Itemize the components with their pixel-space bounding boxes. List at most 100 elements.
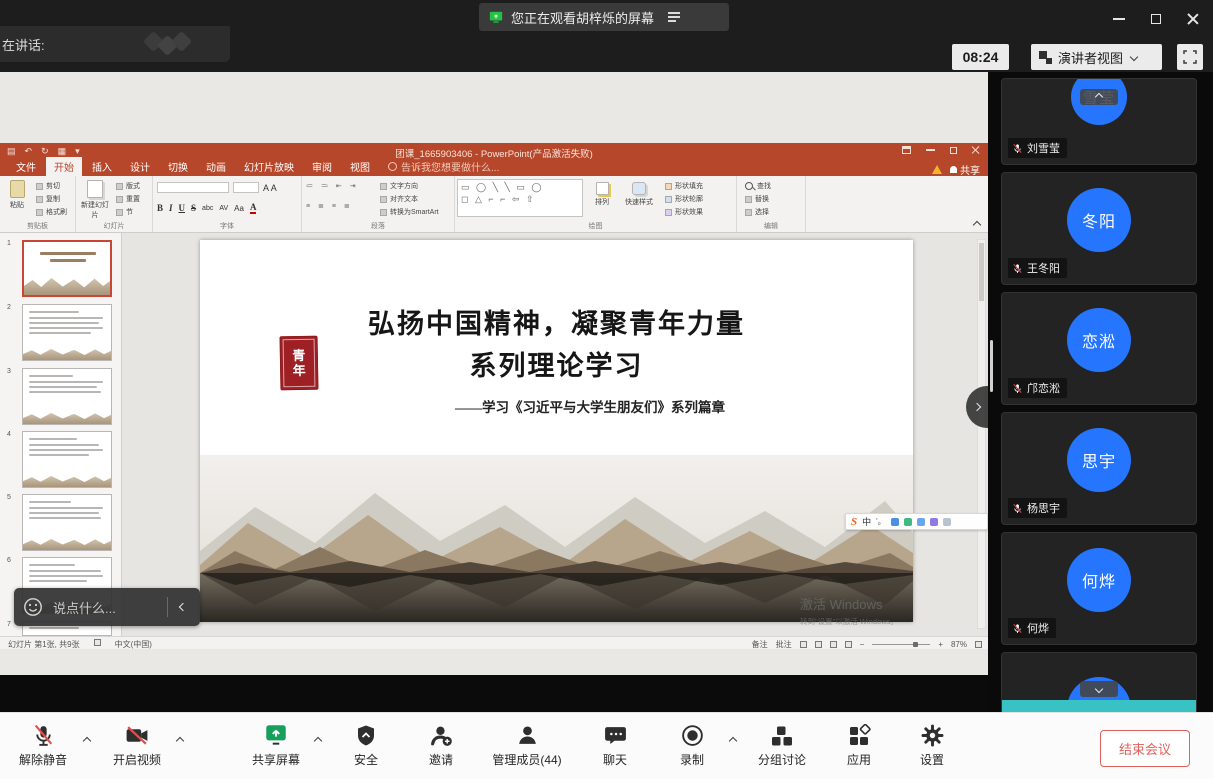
unmute-options-chevron[interactable] (83, 737, 91, 745)
tab-file[interactable]: 文件 (8, 157, 44, 176)
font-color-button[interactable]: A (250, 202, 257, 214)
smartart-button[interactable]: 转换为SmartArt (380, 207, 439, 217)
share-screen-button[interactable]: 共享屏幕 (236, 721, 316, 768)
slide-thumbnail-1[interactable] (22, 240, 112, 297)
slide-thumbnail-panel[interactable]: 1 2 3 4 (0, 233, 122, 636)
bold-button[interactable]: B (157, 203, 163, 213)
settings-button[interactable]: 设置 (892, 721, 972, 768)
tab-insert[interactable]: 插入 (84, 157, 120, 176)
sidebar-scrollbar[interactable] (990, 340, 993, 392)
reset-button[interactable]: 重置 (116, 194, 140, 204)
chat-input-placeholder[interactable]: 说点什么... (53, 598, 167, 617)
slide-sorter-icon[interactable] (815, 641, 822, 648)
record-button[interactable]: 录制 (652, 721, 732, 768)
zoom-slider[interactable] (872, 644, 930, 645)
zoom-out-icon[interactable]: − (860, 640, 865, 649)
bullet-list-buttons[interactable]: ≔ ≕ ⇤ ⇥ (306, 182, 359, 190)
participant-tile[interactable]: 冬阳 王冬阳 (1001, 172, 1197, 285)
ime-keyboard-icon[interactable] (904, 518, 912, 526)
chat-button[interactable]: 聊天 (575, 721, 655, 768)
activation-warning-icon[interactable] (932, 165, 942, 174)
slide-thumbnail-4[interactable] (22, 431, 112, 488)
ppt-minimize-icon[interactable] (926, 149, 935, 150)
scroll-down-button[interactable] (1080, 681, 1118, 697)
arrange-button[interactable]: 排列 (589, 182, 615, 207)
tab-review[interactable]: 审阅 (304, 157, 340, 176)
slide-thumbnail-3[interactable] (22, 368, 112, 425)
strikethrough-button[interactable]: S (191, 203, 196, 213)
ime-mic-icon[interactable] (930, 518, 938, 526)
change-case-button[interactable]: Aa (234, 204, 244, 213)
participant-tile[interactable]: 思宇 杨思宇 (1001, 412, 1197, 525)
ime-emoji-icon[interactable] (891, 518, 899, 526)
ime-mode[interactable]: 中 (862, 515, 871, 528)
collapse-ribbon-icon[interactable] (973, 221, 981, 229)
participant-tile[interactable]: 雪莹 刘雪莹 (1001, 78, 1197, 165)
quick-styles-button[interactable]: 快速样式 (619, 182, 659, 207)
clear-formatting-button[interactable]: abc (202, 205, 213, 212)
ime-punctuation[interactable]: '。 (876, 516, 886, 527)
view-mode-button[interactable]: 演讲者视图 (1031, 44, 1162, 70)
ime-settings-icon[interactable] (943, 518, 951, 526)
fullscreen-button[interactable] (1177, 44, 1203, 70)
participant-tile[interactable]: 何烨 何烨 (1001, 532, 1197, 645)
slideshow-view-icon[interactable] (845, 641, 852, 648)
quick-chat-bar[interactable]: 说点什么... (14, 588, 200, 626)
shapes-gallery[interactable]: ▭ ◯ ╲ ╲ ▭ ◯◻ △ ⌐ ⌐ ⇦ ⇧ (457, 179, 583, 217)
emoji-icon[interactable] (23, 597, 43, 617)
shape-outline-button[interactable]: 形状轮廓 (665, 194, 703, 204)
tab-slideshow[interactable]: 幻灯片放映 (236, 157, 302, 176)
manage-members-button[interactable]: 管理成员(44) (477, 721, 577, 768)
section-button[interactable]: 节 (116, 207, 133, 217)
breakout-rooms-button[interactable]: 分组讨论 (742, 721, 822, 768)
tab-transitions[interactable]: 切换 (160, 157, 196, 176)
minimize-icon[interactable] (1113, 18, 1125, 20)
ppt-restore-icon[interactable] (950, 147, 957, 154)
reading-view-icon[interactable] (830, 641, 837, 648)
slide-canvas[interactable]: 弘扬中国精神，凝聚青年力量 系列理论学习 ——学习《习近平与大学生朋友们》系列篇… (200, 240, 913, 622)
video-options-chevron[interactable] (176, 737, 184, 745)
ppt-close-icon[interactable] (972, 146, 980, 154)
align-text-button[interactable]: 对齐文本 (380, 194, 418, 204)
tell-me-box[interactable]: 告诉我您想要做什么... (380, 157, 507, 176)
italic-button[interactable]: I (169, 203, 173, 213)
shape-effects-button[interactable]: 形状效果 (665, 207, 703, 217)
ime-clipboard-icon[interactable] (917, 518, 925, 526)
alignment-buttons[interactable]: ≡ ≣ ≡ ≣ (306, 202, 353, 210)
layout-button[interactable]: 版式 (116, 181, 140, 191)
comments-toggle[interactable]: 批注 (776, 639, 792, 650)
slide-scrollbar[interactable] (977, 239, 986, 629)
unmute-button[interactable]: 解除静音 (3, 721, 83, 768)
grow-shrink-font[interactable]: A A (263, 183, 277, 193)
replace-button[interactable]: 替换 (745, 194, 769, 204)
paste-button[interactable]: 粘贴 (2, 180, 32, 210)
find-button[interactable]: 查找 (745, 181, 771, 191)
new-slide-button[interactable]: 新建幻灯片 (78, 180, 112, 220)
slide-thumbnail-5[interactable] (22, 494, 112, 551)
security-button[interactable]: 安全 (326, 721, 406, 768)
close-icon[interactable] (1187, 13, 1199, 25)
notes-toggle[interactable]: 备注 (752, 639, 768, 650)
ribbon-display-icon[interactable] (902, 146, 911, 154)
zoom-in-icon[interactable]: + (938, 640, 943, 649)
language-indicator[interactable]: 中文(中国) (115, 639, 152, 650)
text-direction-button[interactable]: 文字方向 (380, 181, 418, 191)
select-button[interactable]: 选择 (745, 207, 769, 217)
zoom-level[interactable]: 87% (951, 640, 967, 649)
sogou-ime-bar[interactable]: S 中 '。 (845, 513, 988, 530)
character-spacing-button[interactable]: AV (219, 205, 228, 212)
shape-fill-button[interactable]: 形状填充 (665, 181, 703, 191)
cut-button[interactable]: 剪切 (36, 181, 60, 191)
scroll-up-button[interactable] (1080, 89, 1118, 105)
ppt-share-button[interactable]: 共享 (950, 162, 980, 177)
tab-design[interactable]: 设计 (122, 157, 158, 176)
normal-view-icon[interactable] (800, 641, 807, 648)
format-painter-button[interactable]: 格式刷 (36, 207, 67, 217)
invite-button[interactable]: 邀请 (401, 721, 481, 768)
underline-button[interactable]: U (179, 203, 186, 213)
participant-tile[interactable]: 恋淞 邝恋淞 (1001, 292, 1197, 405)
watching-banner[interactable]: 您正在观看胡梓烁的屏幕 (479, 3, 729, 31)
slide-thumbnail-2[interactable] (22, 304, 112, 361)
tab-animations[interactable]: 动画 (198, 157, 234, 176)
banner-menu-icon[interactable] (668, 12, 680, 22)
